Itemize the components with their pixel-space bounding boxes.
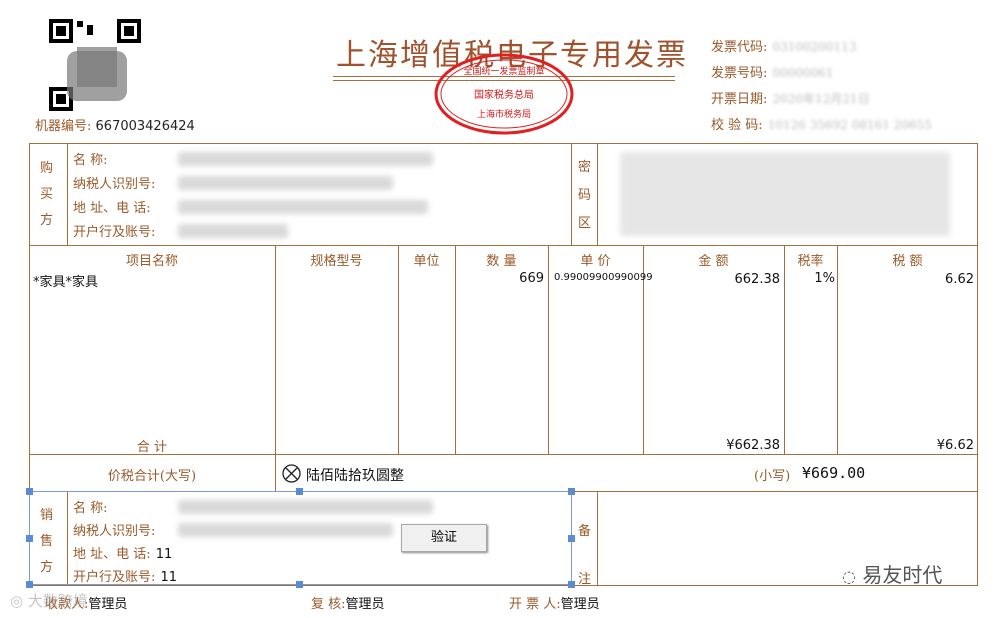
resize-handle[interactable] [568, 488, 575, 495]
invoice-date-value: 2020年12月21日 [772, 92, 870, 106]
seal-top-text: 全国统一发票监制章 [463, 67, 545, 77]
official-seal: 全国统一发票监制章 国家税务总局 上海市税务局 [433, 52, 575, 136]
machine-number: 机器编号: 667003426424 [35, 115, 195, 134]
footer-reviewer: 复 核:管理员 [311, 597, 385, 612]
resize-handle[interactable] [26, 488, 33, 495]
item-tax: 6.62 [945, 272, 974, 287]
header-unit: 单位 [413, 254, 440, 269]
invoice-date-label: 开票日期: [711, 92, 768, 107]
header-tax-rate: 税率 [797, 254, 824, 269]
wechat-icon: ◌ [842, 567, 856, 586]
watermark-right: ◌ 易友时代 [842, 563, 943, 587]
item-tax-rate: 1% [814, 271, 835, 286]
buyer-bank-label: 开户行及账号: [73, 225, 156, 240]
header-amount: 金 额 [698, 254, 729, 269]
total-tax: ¥6.62 [936, 438, 974, 453]
check-code-value: 10126 35692 08161 20655 [767, 118, 932, 132]
selection-frame[interactable] [29, 491, 572, 585]
summary-small-value: ¥669.00 [802, 464, 866, 482]
invoice-code-value: 03100200113 [772, 40, 857, 54]
item-quantity: 669 [519, 271, 544, 286]
remark-label: 备注 [578, 524, 592, 587]
cross-circle-icon [282, 464, 301, 483]
summary-words: 陆佰陆拾玖圆整 [306, 468, 404, 484]
footer-issuer: 开 票 人:管理员 [509, 597, 600, 612]
header-item-name: 项目名称 [125, 254, 178, 269]
summary-label: 价税合计(大写) [107, 469, 197, 484]
header-spec: 规格型号 [310, 254, 363, 269]
chat-icon: ◎ [10, 592, 24, 610]
seal-middle-text: 国家税务总局 [474, 90, 534, 101]
resize-handle[interactable] [568, 535, 575, 542]
header-tax: 税 额 [892, 254, 923, 269]
verify-button[interactable]: 验证 [401, 524, 487, 552]
invoice-code-label: 发票代码: [711, 40, 768, 55]
password-area-content [620, 152, 950, 236]
resize-handle[interactable] [26, 535, 33, 542]
summary-small-label: (小写) [754, 469, 791, 484]
invoice-number-label: 发票号码: [711, 66, 768, 81]
watermark-left: ◎ 大数跨境 [10, 592, 88, 610]
item-name: *家具*家具 [33, 275, 99, 290]
buyer-fields: 名 称: 纳税人识别号: 地 址、电 话: 开户行及账号: [73, 149, 563, 245]
invoice-meta: 发票代码: 03100200113 发票号码: 00000061 开票日期: 2… [711, 36, 932, 140]
check-code-label: 校 验 码: [711, 118, 763, 133]
resize-handle[interactable] [26, 581, 33, 588]
password-area-label: 密码区 [578, 160, 592, 231]
header-quantity: 数 量 [486, 254, 517, 269]
resize-handle[interactable] [296, 581, 303, 588]
buyer-side-label: 购买方 [40, 161, 54, 228]
item-unit-price: 0.99009900990099 [554, 272, 653, 283]
buyer-address-label: 地 址、电 话: [73, 201, 151, 216]
buyer-name-label: 名 称: [73, 153, 108, 168]
buyer-taxid-label: 纳税人识别号: [73, 177, 156, 192]
invoice-number-value: 00000061 [772, 66, 834, 80]
item-amount: 662.38 [734, 272, 781, 287]
seal-bottom-text: 上海市税务局 [476, 110, 531, 120]
header-unit-price: 单 价 [580, 254, 611, 269]
machine-number-label: 机器编号: [35, 119, 92, 134]
total-amount: ¥662.38 [726, 438, 780, 453]
qr-code [47, 17, 143, 113]
resize-handle[interactable] [296, 488, 303, 495]
total-label: 合 计 [136, 440, 168, 455]
resize-handle[interactable] [568, 581, 575, 588]
machine-number-value: 667003426424 [95, 119, 195, 134]
